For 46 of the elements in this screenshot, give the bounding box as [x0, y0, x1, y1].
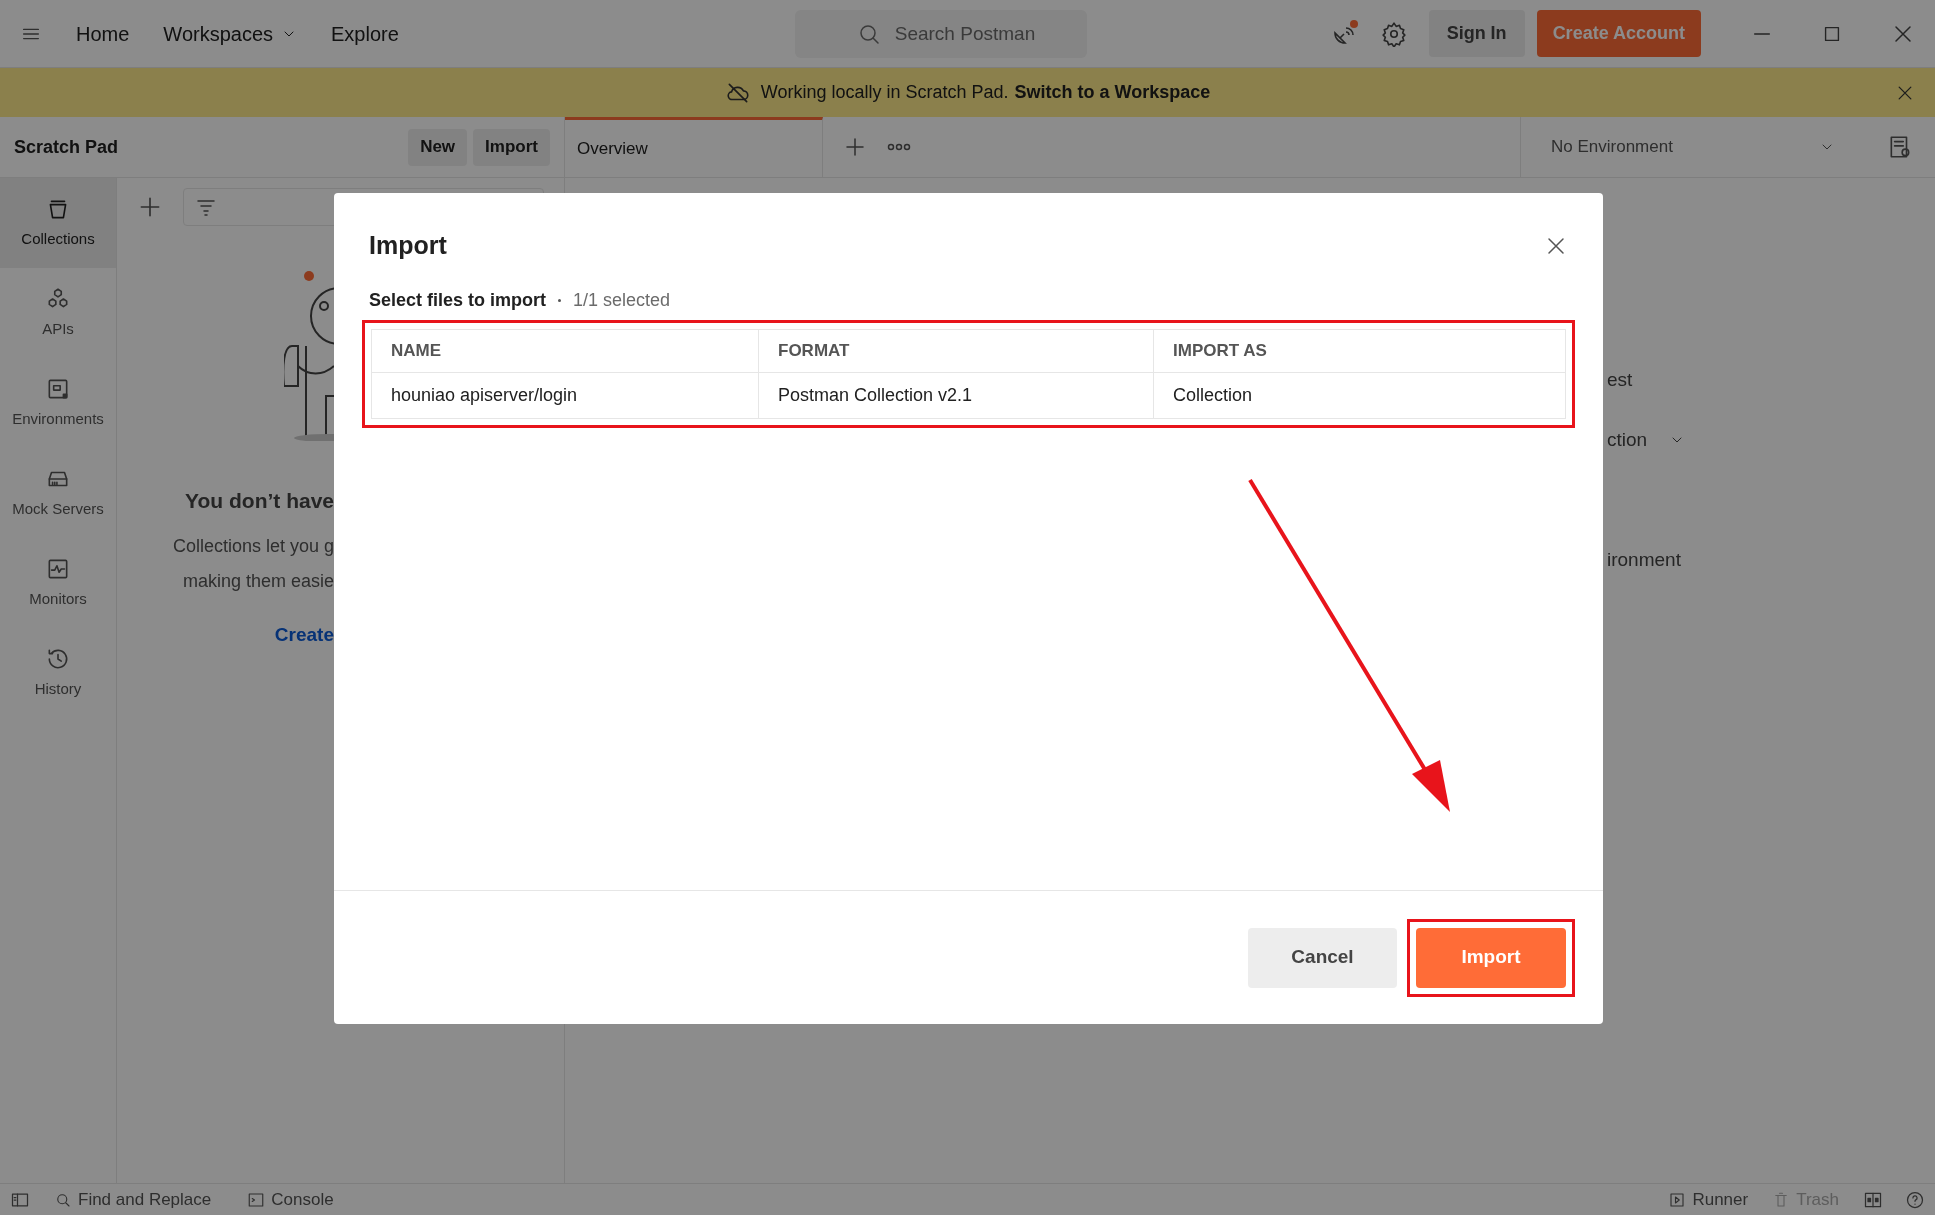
selection-count: 1/1 selected	[573, 288, 671, 312]
switch-workspace-link[interactable]: Switch to a Workspace	[1014, 79, 1211, 106]
dialog-subtitle: Select files to import	[369, 288, 547, 312]
panel-button[interactable]: New	[408, 128, 468, 166]
column-header: IMPORT AS	[1153, 329, 1566, 372]
plus-icon[interactable]	[843, 135, 867, 159]
sidebar-item[interactable]: History	[0, 628, 116, 718]
background-text: ironment	[1607, 547, 1681, 572]
nav-link[interactable]: Explore	[331, 18, 399, 49]
sidebar-item[interactable]: Mock Servers	[0, 448, 116, 538]
console-icon	[247, 1190, 266, 1209]
status-bar-button[interactable]: Console	[247, 1186, 334, 1213]
sidebar-item[interactable]: Environments	[0, 358, 116, 448]
cancel-button[interactable]: Cancel	[1248, 927, 1397, 988]
settings-icon[interactable]	[1380, 20, 1407, 47]
status-bar-button[interactable]: Find and Replace	[54, 1186, 212, 1213]
tab[interactable]: Overview	[565, 117, 823, 177]
column-header: NAME	[371, 329, 759, 372]
column-header: FORMAT	[758, 329, 1154, 372]
runner-icon	[1668, 1190, 1687, 1209]
empty-description: making them easie	[182, 569, 334, 593]
environment-select[interactable]: No Environment	[1520, 117, 1865, 177]
banner-text: Working locally in Scratch Pad.	[760, 81, 1009, 104]
create-account-button[interactable]: Create Account	[1536, 10, 1701, 57]
create-collection-link[interactable]: Create	[274, 620, 334, 649]
empty-description: Collections let you g	[172, 534, 334, 558]
panel-button[interactable]: Import	[473, 128, 550, 166]
sidebar-item[interactable]: Collections	[0, 178, 116, 268]
sign-in-button[interactable]: Sign In	[1428, 10, 1525, 57]
empty-title: You don’t have	[185, 488, 334, 514]
import-button[interactable]: Import	[1416, 927, 1566, 988]
dialog-title: Import	[369, 230, 448, 261]
more-icon[interactable]	[887, 142, 911, 152]
nav-link[interactable]: Workspaces	[163, 18, 298, 49]
search-field[interactable]: Search Postman	[794, 9, 1087, 58]
table-cell: Collection	[1153, 372, 1566, 418]
background-text: est	[1607, 367, 1633, 392]
table-cell: Postman Collection v2.1	[758, 372, 1154, 418]
table-cell: houniao apiserver/login	[371, 372, 759, 418]
sidebar-item[interactable]: Monitors	[0, 538, 116, 628]
status-bar-button[interactable]: Runner	[1668, 1186, 1749, 1213]
sidebar-item[interactable]: APIs	[0, 268, 116, 358]
nav-link[interactable]: Home	[76, 18, 130, 49]
panel-title: Scratch Pad	[14, 135, 120, 159]
help-icon[interactable]	[1905, 1189, 1925, 1210]
background-text: ction	[1607, 427, 1648, 452]
